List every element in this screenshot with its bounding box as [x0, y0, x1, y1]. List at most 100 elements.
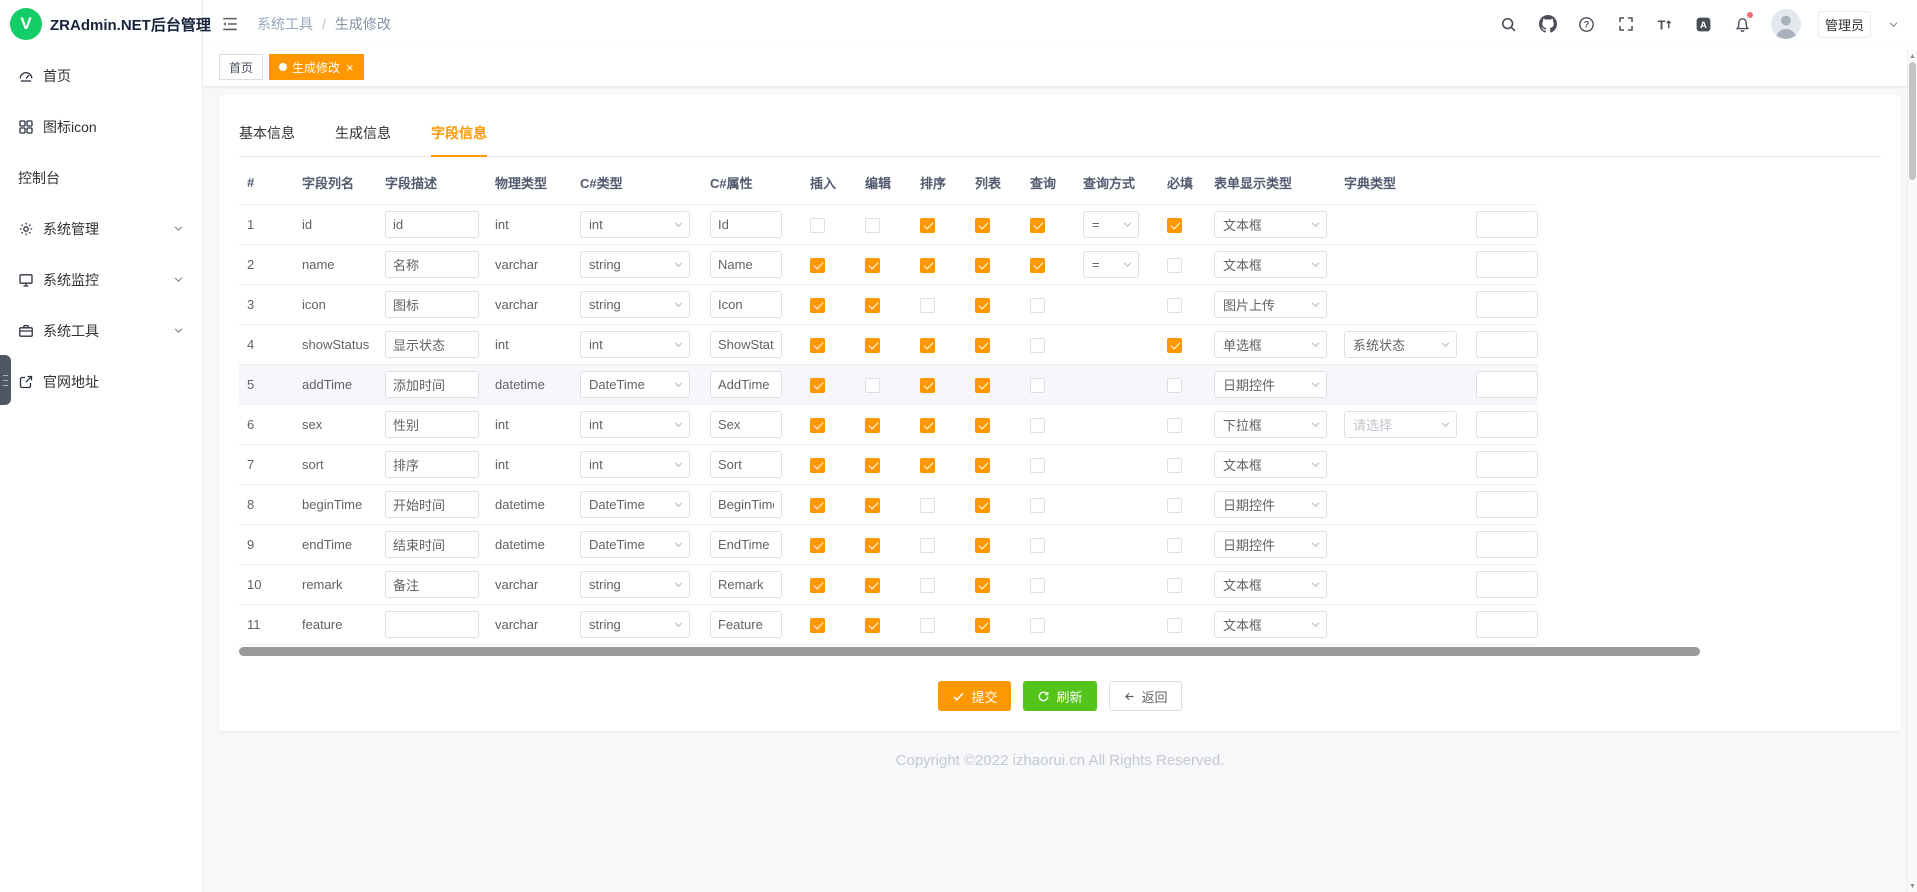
csharp-property-input[interactable]	[710, 371, 782, 398]
tab-basic-info[interactable]: 基本信息	[239, 113, 295, 156]
sort-checkbox[interactable]	[920, 458, 935, 473]
scroll-up-arrow[interactable]: ▲	[1909, 50, 1916, 62]
query-checkbox[interactable]	[1030, 618, 1045, 633]
display-type-select[interactable]: 日期控件	[1214, 371, 1327, 398]
list-checkbox[interactable]	[975, 618, 990, 633]
sidebar-item-system-manage[interactable]: 系统管理	[0, 203, 202, 254]
query-checkbox[interactable]	[1030, 498, 1045, 513]
csharp-property-input[interactable]	[710, 211, 782, 238]
field-description-input[interactable]	[385, 291, 479, 318]
extra-input[interactable]	[1476, 411, 1538, 438]
back-button[interactable]: 返回	[1109, 681, 1182, 711]
breadcrumb-item[interactable]: 生成修改	[335, 14, 391, 34]
field-description-input[interactable]	[385, 371, 479, 398]
required-checkbox[interactable]	[1167, 338, 1182, 353]
csharp-type-select[interactable]: string	[580, 251, 690, 278]
edit-checkbox[interactable]	[865, 618, 880, 633]
breadcrumb-item[interactable]: 系统工具	[257, 14, 313, 34]
sidebar-item-console[interactable]: 控制台	[0, 152, 202, 203]
app-logo[interactable]: V ZRAdmin.NET后台管理	[0, 0, 202, 48]
insert-checkbox[interactable]	[810, 418, 825, 433]
list-checkbox[interactable]	[975, 298, 990, 313]
required-checkbox[interactable]	[1167, 578, 1182, 593]
field-description-input[interactable]	[385, 451, 479, 478]
csharp-property-input[interactable]	[710, 531, 782, 558]
vertical-scrollbar-thumb[interactable]	[1909, 62, 1916, 180]
extra-input[interactable]	[1476, 571, 1538, 598]
edit-checkbox[interactable]	[865, 498, 880, 513]
query-checkbox[interactable]	[1030, 578, 1045, 593]
dict-type-select[interactable]: 系统状态	[1344, 331, 1457, 358]
csharp-property-input[interactable]	[710, 571, 782, 598]
sidebar-item-site-url[interactable]: 官网地址	[0, 356, 202, 407]
edit-checkbox[interactable]	[865, 338, 880, 353]
sort-checkbox[interactable]	[920, 418, 935, 433]
avatar[interactable]	[1771, 9, 1801, 39]
edit-checkbox[interactable]	[865, 258, 880, 273]
sort-checkbox[interactable]	[920, 538, 935, 553]
edit-checkbox[interactable]	[865, 538, 880, 553]
theme-drawer-handle[interactable]	[0, 355, 11, 405]
edit-checkbox[interactable]	[865, 418, 880, 433]
edit-checkbox[interactable]	[865, 298, 880, 313]
insert-checkbox[interactable]	[810, 218, 825, 233]
query-checkbox[interactable]	[1030, 378, 1045, 393]
field-description-input[interactable]	[385, 571, 479, 598]
csharp-property-input[interactable]	[710, 611, 782, 638]
sidebar-item-system-tools[interactable]: 系统工具	[0, 305, 202, 356]
help-icon[interactable]: ?	[1576, 13, 1598, 35]
edit-checkbox[interactable]	[865, 378, 880, 393]
fullscreen-icon[interactable]	[1615, 13, 1637, 35]
translate-icon[interactable]: A	[1693, 13, 1715, 35]
field-description-input[interactable]	[385, 531, 479, 558]
insert-checkbox[interactable]	[810, 258, 825, 273]
query-mode-select[interactable]: =	[1083, 211, 1139, 238]
list-checkbox[interactable]	[975, 258, 990, 273]
sort-checkbox[interactable]	[920, 258, 935, 273]
sort-checkbox[interactable]	[920, 378, 935, 393]
list-checkbox[interactable]	[975, 218, 990, 233]
field-description-input[interactable]	[385, 331, 479, 358]
csharp-type-select[interactable]: DateTime	[580, 371, 690, 398]
edit-checkbox[interactable]	[865, 218, 880, 233]
insert-checkbox[interactable]	[810, 578, 825, 593]
chevron-down-icon[interactable]	[1888, 19, 1899, 30]
required-checkbox[interactable]	[1167, 258, 1182, 273]
tab-generate-info[interactable]: 生成信息	[335, 113, 391, 156]
query-checkbox[interactable]	[1030, 338, 1045, 353]
csharp-type-select[interactable]: int	[580, 331, 690, 358]
csharp-property-input[interactable]	[710, 291, 782, 318]
close-icon[interactable]: ×	[346, 61, 354, 74]
csharp-type-select[interactable]: int	[580, 411, 690, 438]
display-type-select[interactable]: 文本框	[1214, 611, 1327, 638]
scroll-down-arrow[interactable]: ▼	[1909, 880, 1916, 892]
field-description-input[interactable]	[385, 251, 479, 278]
insert-checkbox[interactable]	[810, 498, 825, 513]
query-checkbox[interactable]	[1030, 538, 1045, 553]
query-mode-select[interactable]: =	[1083, 251, 1139, 278]
list-checkbox[interactable]	[975, 458, 990, 473]
edit-checkbox[interactable]	[865, 578, 880, 593]
required-checkbox[interactable]	[1167, 378, 1182, 393]
extra-input[interactable]	[1476, 491, 1538, 518]
query-checkbox[interactable]	[1030, 458, 1045, 473]
sort-checkbox[interactable]	[920, 218, 935, 233]
dict-type-select[interactable]: 请选择	[1344, 411, 1457, 438]
csharp-property-input[interactable]	[710, 251, 782, 278]
list-checkbox[interactable]	[975, 498, 990, 513]
font-size-icon[interactable]: T	[1654, 13, 1676, 35]
github-icon[interactable]	[1537, 13, 1559, 35]
sort-checkbox[interactable]	[920, 338, 935, 353]
required-checkbox[interactable]	[1167, 618, 1182, 633]
csharp-type-select[interactable]: DateTime	[580, 531, 690, 558]
field-description-input[interactable]	[385, 491, 479, 518]
extra-input[interactable]	[1476, 331, 1538, 358]
query-checkbox[interactable]	[1030, 298, 1045, 313]
horizontal-scrollbar-thumb[interactable]	[239, 647, 1700, 656]
required-checkbox[interactable]	[1167, 418, 1182, 433]
display-type-select[interactable]: 文本框	[1214, 451, 1327, 478]
insert-checkbox[interactable]	[810, 298, 825, 313]
sidebar-item-system-monitor[interactable]: 系统监控	[0, 254, 202, 305]
edit-checkbox[interactable]	[865, 458, 880, 473]
display-type-select[interactable]: 文本框	[1214, 211, 1327, 238]
